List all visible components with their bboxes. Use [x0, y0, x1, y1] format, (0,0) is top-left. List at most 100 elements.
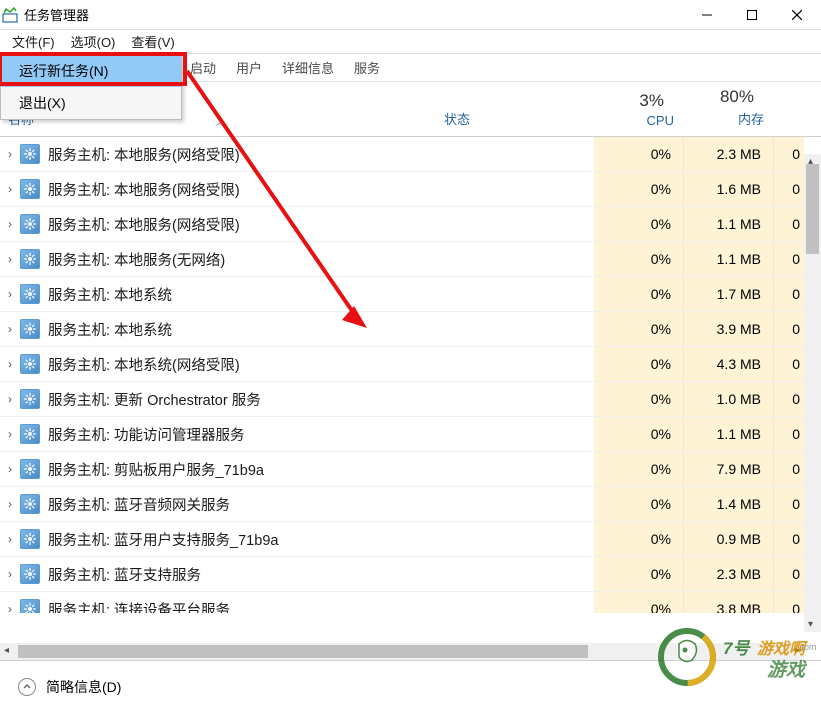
- service-icon: [20, 214, 40, 234]
- process-memory: 0.9 MB: [684, 522, 774, 556]
- process-memory: 7.9 MB: [684, 452, 774, 486]
- expand-icon[interactable]: ›: [0, 392, 20, 406]
- process-extra: 0: [774, 417, 804, 451]
- memory-usage-percent: 80%: [684, 87, 764, 107]
- process-extra: 0: [774, 382, 804, 416]
- process-extra: 0: [774, 592, 804, 613]
- tab-startup[interactable]: 启动: [180, 54, 226, 81]
- table-row[interactable]: › 服务主机: 本地服务(网络受限) 0%1.1 MB0: [0, 207, 821, 242]
- process-name: 服务主机: 本地服务(网络受限): [48, 214, 444, 235]
- expand-icon[interactable]: ›: [0, 217, 20, 231]
- table-row[interactable]: ›服务主机: 蓝牙用户支持服务_71b9a0%0.9 MB0: [0, 522, 821, 557]
- table-row[interactable]: ›服务主机: 本地系统(网络受限)0%4.3 MB0: [0, 347, 821, 382]
- minimize-button[interactable]: [684, 0, 729, 30]
- menu-exit[interactable]: 退出(X): [1, 87, 181, 119]
- process-name: 服务主机: 本地服务(无网络): [48, 249, 444, 270]
- process-cpu: 0%: [594, 487, 684, 521]
- process-cpu: 0%: [594, 277, 684, 311]
- sort-indicator-icon: ︿: [216, 113, 226, 128]
- table-row[interactable]: › 服务主机: 更新 Orchestrator 服务 0%1.0 MB0: [0, 382, 821, 417]
- close-button[interactable]: [774, 0, 819, 30]
- process-extra: 0: [774, 137, 804, 171]
- cpu-usage-percent: 3%: [594, 91, 674, 111]
- process-name: 服务主机: 本地系统: [48, 319, 444, 340]
- table-row[interactable]: › 服务主机: 本地服务(无网络) 0%1.1 MB0: [0, 242, 821, 277]
- expand-icon[interactable]: ›: [0, 427, 20, 441]
- expand-icon[interactable]: ›: [0, 287, 20, 301]
- fewer-details-link[interactable]: 简略信息(D): [46, 677, 121, 697]
- table-row[interactable]: ›服务主机: 本地系统0%3.9 MB0: [0, 312, 821, 347]
- process-name: 服务主机: 本地服务(网络受限): [48, 144, 444, 165]
- process-memory: 4.3 MB: [684, 347, 774, 381]
- vertical-scrollbar[interactable]: ▴ ▾: [804, 154, 821, 632]
- tab-details[interactable]: 详细信息: [272, 54, 344, 81]
- col-header-cpu[interactable]: 3% CPU: [594, 91, 684, 136]
- scroll-down-icon[interactable]: ▾: [808, 619, 813, 630]
- table-row[interactable]: ›服务主机: 剪贴板用户服务_71b9a0%7.9 MB0: [0, 452, 821, 487]
- process-list: ›服务主机: 本地服务(网络受限)0%2.3 MB0›服务主机: 本地服务(网络…: [0, 137, 821, 613]
- service-icon: [20, 424, 40, 444]
- menu-view[interactable]: 查看(V): [123, 30, 182, 53]
- tab-users[interactable]: 用户: [226, 54, 272, 81]
- expand-icon[interactable]: ›: [0, 497, 20, 511]
- process-name: 服务主机: 本地服务(网络受限): [48, 179, 444, 200]
- scroll-left-icon[interactable]: ◂: [4, 645, 9, 656]
- window-titlebar: 任务管理器: [0, 0, 821, 30]
- horizontal-scrollbar[interactable]: ◂ ▸: [0, 643, 804, 660]
- table-row[interactable]: ›服务主机: 蓝牙支持服务0%2.3 MB0: [0, 557, 821, 592]
- table-row[interactable]: ›服务主机: 蓝牙音频网关服务0%1.4 MB0: [0, 487, 821, 522]
- tab-services[interactable]: 服务: [344, 54, 390, 81]
- expand-icon[interactable]: ›: [0, 532, 20, 546]
- service-icon: [20, 389, 40, 409]
- table-row[interactable]: ›服务主机: 本地服务(网络受限)0%1.6 MB0: [0, 172, 821, 207]
- process-cpu: 0%: [594, 242, 684, 276]
- process-extra: 0: [774, 242, 804, 276]
- service-icon: [20, 494, 40, 514]
- table-row[interactable]: ›服务主机: 连接设备平台服务0%3.8 MB0: [0, 592, 821, 613]
- table-row[interactable]: ›服务主机: 本地系统0%1.7 MB0: [0, 277, 821, 312]
- service-icon: [20, 564, 40, 584]
- collapse-icon[interactable]: [18, 678, 36, 696]
- process-cpu: 0%: [594, 382, 684, 416]
- process-memory: 3.9 MB: [684, 312, 774, 346]
- process-memory: 1.1 MB: [684, 207, 774, 241]
- process-memory: 1.7 MB: [684, 277, 774, 311]
- process-extra: 0: [774, 207, 804, 241]
- menu-file[interactable]: 文件(F): [4, 30, 63, 53]
- expand-icon[interactable]: ›: [0, 567, 20, 581]
- cpu-label: CPU: [647, 113, 674, 128]
- process-name: 服务主机: 更新 Orchestrator 服务: [48, 389, 444, 410]
- vertical-scroll-thumb[interactable]: [806, 164, 819, 254]
- maximize-button[interactable]: [729, 0, 774, 30]
- expand-icon[interactable]: ›: [0, 602, 20, 613]
- file-dropdown: 运行新任务(N) 退出(X): [0, 54, 182, 120]
- process-cpu: 0%: [594, 207, 684, 241]
- table-row[interactable]: ›服务主机: 本地服务(网络受限)0%2.3 MB0: [0, 137, 821, 172]
- menu-run-new-task[interactable]: 运行新任务(N): [1, 55, 181, 87]
- scroll-right-icon[interactable]: ▸: [795, 645, 800, 656]
- process-name: 服务主机: 连接设备平台服务: [48, 599, 444, 614]
- app-icon: [2, 7, 18, 23]
- expand-icon[interactable]: ›: [0, 252, 20, 266]
- col-header-memory[interactable]: 80% 内存: [684, 87, 774, 136]
- expand-icon[interactable]: ›: [0, 357, 20, 371]
- process-memory: 3.8 MB: [684, 592, 774, 613]
- footer-bar: 简略信息(D): [0, 660, 821, 712]
- expand-icon[interactable]: ›: [0, 322, 20, 336]
- memory-label: 内存: [738, 112, 764, 127]
- expand-icon[interactable]: ›: [0, 182, 20, 196]
- horizontal-scroll-thumb[interactable]: [18, 645, 588, 658]
- process-memory: 1.4 MB: [684, 487, 774, 521]
- process-name: 服务主机: 蓝牙支持服务: [48, 564, 444, 585]
- col-header-status[interactable]: 状态: [444, 109, 594, 136]
- menu-options[interactable]: 选项(O): [63, 30, 124, 53]
- process-cpu: 0%: [594, 312, 684, 346]
- process-name: 服务主机: 本地系统(网络受限): [48, 354, 444, 375]
- expand-icon[interactable]: ›: [0, 147, 20, 161]
- process-memory: 1.1 MB: [684, 242, 774, 276]
- process-memory: 2.3 MB: [684, 557, 774, 591]
- expand-icon[interactable]: ›: [0, 462, 20, 476]
- table-row[interactable]: ›服务主机: 功能访问管理器服务0%1.1 MB0: [0, 417, 821, 452]
- process-memory: 1.0 MB: [684, 382, 774, 416]
- process-extra: 0: [774, 487, 804, 521]
